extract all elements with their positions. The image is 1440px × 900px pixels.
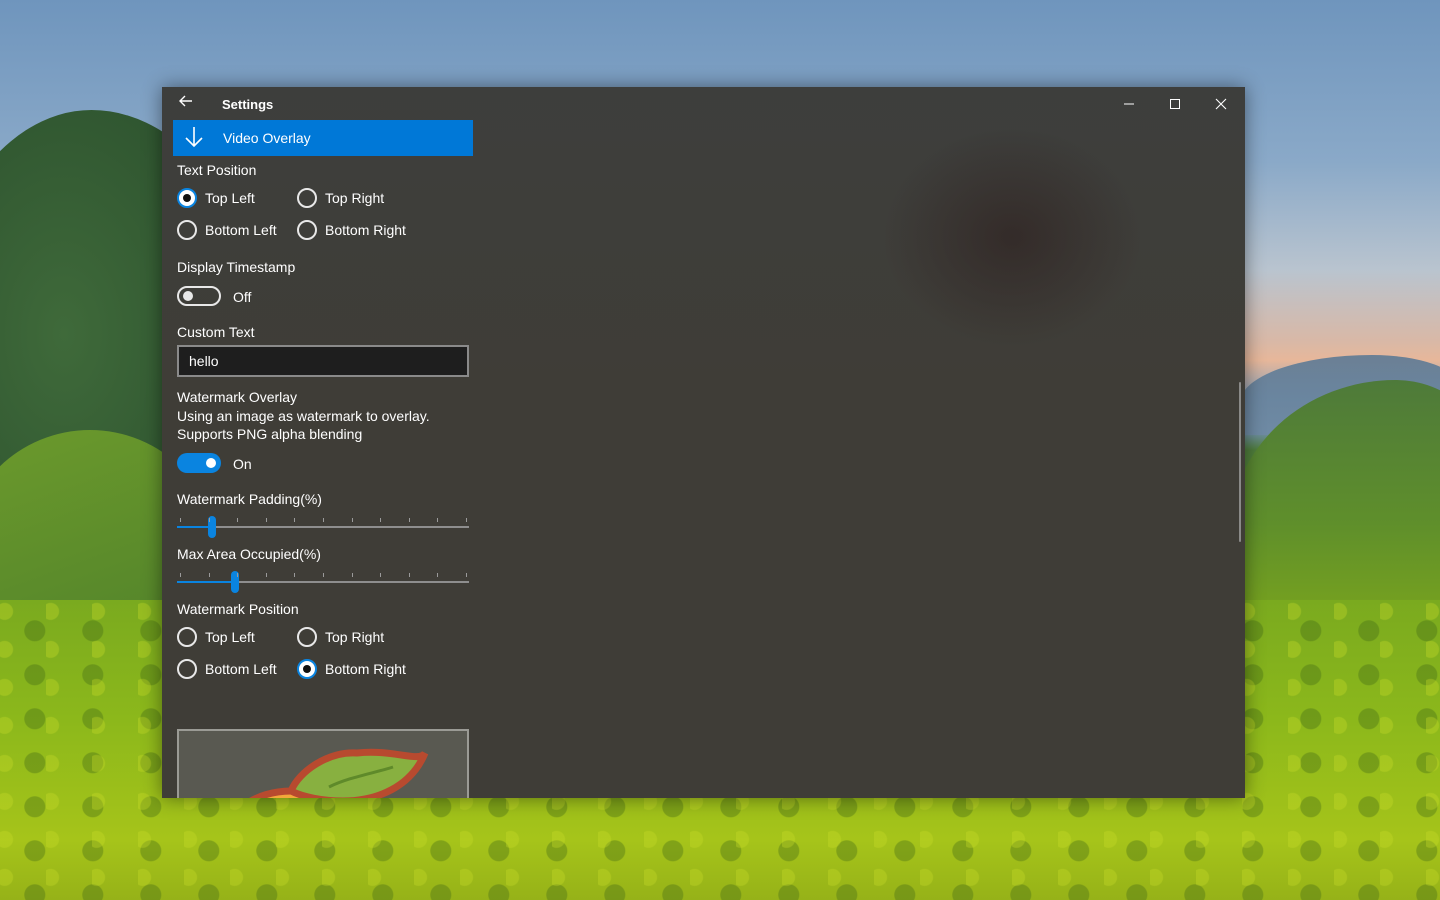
watermark-overlay-description: Using an image as watermark to overlay.	[177, 408, 430, 424]
watermark-position-bottom-left-radio[interactable]: Bottom Left	[177, 657, 277, 681]
display-timestamp-label: Display Timestamp	[177, 259, 296, 275]
slider-tick	[352, 573, 353, 577]
watermark-position-bottom-right-radio[interactable]: Bottom Right	[297, 657, 406, 681]
orange-fruit-icon	[249, 748, 429, 798]
radio-label: Bottom Right	[325, 222, 406, 238]
radio-label: Top Right	[325, 190, 385, 206]
watermark-overlay-description: Supports PNG alpha blending	[177, 426, 363, 442]
max-area-label: Max Area Occupied(%)	[177, 546, 321, 562]
window-title: Settings	[222, 97, 274, 112]
watermark-overlay-state: On	[233, 456, 252, 472]
slider-tick	[466, 573, 467, 577]
radio-indicator	[297, 220, 317, 240]
radio-label: Top Right	[325, 629, 385, 645]
back-arrow-icon	[179, 95, 192, 107]
slider-tick	[323, 518, 324, 522]
watermark-position-label: Watermark Position	[177, 601, 299, 617]
slider-tick	[294, 518, 295, 522]
radio-label: Bottom Left	[205, 222, 277, 238]
slider-tick	[352, 518, 353, 522]
text-position-label: Text Position	[177, 162, 257, 178]
radio-indicator	[177, 188, 197, 208]
radio-indicator	[297, 627, 317, 647]
watermark-padding-label: Watermark Padding(%)	[177, 491, 322, 507]
display-timestamp-state: Off	[233, 289, 252, 305]
text-position-bottom-right-radio[interactable]: Bottom Right	[297, 218, 406, 242]
watermark-overlay-label: Watermark Overlay	[177, 389, 298, 405]
slider-tick	[266, 518, 267, 522]
slider-tick	[237, 573, 238, 577]
slider-tick	[409, 518, 410, 522]
display-timestamp-toggle[interactable]	[177, 286, 221, 306]
watermark-position-top-right-radio[interactable]: Top Right	[297, 625, 384, 649]
text-position-bottom-left-radio[interactable]: Bottom Left	[177, 218, 277, 242]
slider-tick	[380, 518, 381, 522]
custom-text-label: Custom Text	[177, 324, 255, 340]
slider-fill	[177, 581, 235, 583]
down-arrow-icon	[185, 127, 203, 148]
maximize-icon	[1170, 98, 1180, 109]
slider-tick	[323, 573, 324, 577]
slider-tick	[180, 573, 181, 577]
minimize-icon	[1124, 103, 1134, 104]
slider-tick	[266, 573, 267, 577]
back-button[interactable]	[172, 93, 200, 115]
slider-tick	[466, 518, 467, 522]
custom-text-input[interactable]	[177, 345, 469, 377]
slider-tick	[437, 518, 438, 522]
slider-tick	[180, 518, 181, 522]
watermark-padding-slider[interactable]	[177, 516, 469, 540]
radio-indicator	[297, 188, 317, 208]
radio-label: Top Left	[205, 629, 255, 645]
radio-indicator	[177, 627, 197, 647]
radio-label: Bottom Right	[325, 661, 406, 677]
title-bar[interactable]: Settings	[162, 87, 1245, 120]
slider-tick	[237, 518, 238, 522]
slider-tick	[294, 573, 295, 577]
maximize-button[interactable]	[1152, 87, 1198, 120]
slider-tick	[380, 573, 381, 577]
radio-indicator	[177, 220, 197, 240]
watermark-position-top-left-radio[interactable]: Top Left	[177, 625, 255, 649]
text-position-top-left-radio[interactable]: Top Left	[177, 186, 255, 210]
radio-label: Top Left	[205, 190, 255, 206]
slider-fill	[177, 526, 212, 528]
slider-tick	[437, 573, 438, 577]
max-area-slider[interactable]	[177, 571, 469, 595]
slider-track	[177, 526, 469, 528]
slider-tick	[209, 518, 210, 522]
radio-indicator	[297, 659, 317, 679]
watermark-preview-image[interactable]	[177, 729, 469, 798]
radio-indicator	[177, 659, 197, 679]
section-label: Video Overlay	[223, 130, 311, 146]
video-overlay-section-header[interactable]: Video Overlay	[173, 120, 473, 156]
watermark-overlay-toggle[interactable]	[177, 453, 221, 473]
radio-label: Bottom Left	[205, 661, 277, 677]
text-position-top-right-radio[interactable]: Top Right	[297, 186, 384, 210]
settings-window: Settings Video Overlay Text Position Top…	[162, 87, 1245, 798]
close-button[interactable]	[1198, 87, 1244, 120]
vertical-scrollbar[interactable]	[1239, 382, 1241, 542]
close-icon	[1215, 98, 1227, 109]
slider-tick	[409, 573, 410, 577]
slider-tick	[209, 573, 210, 577]
minimize-button[interactable]	[1106, 87, 1152, 120]
